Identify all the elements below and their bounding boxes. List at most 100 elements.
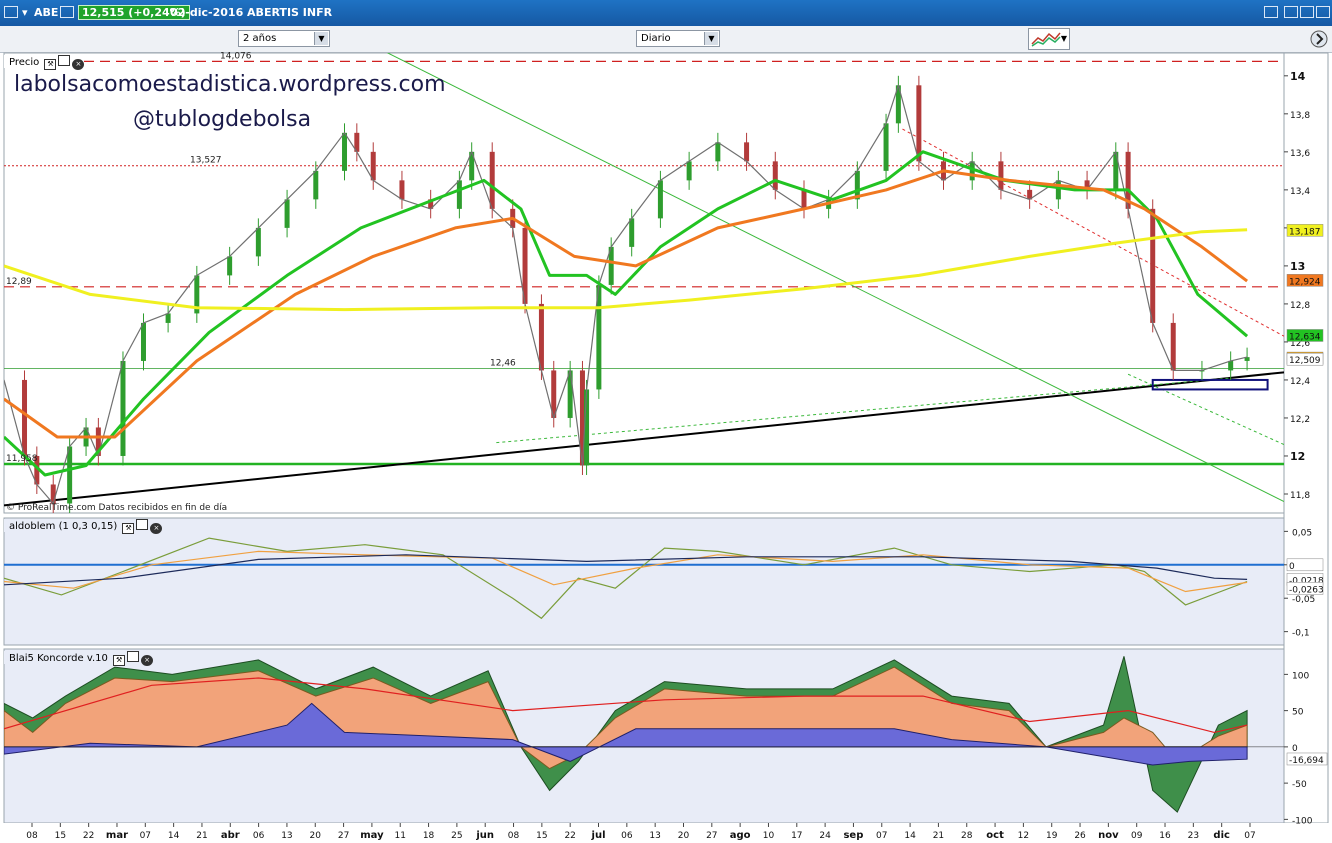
y-tick-label: -0,1 (1292, 629, 1310, 639)
candle-body (399, 180, 405, 200)
level-label: 12,46 (490, 359, 516, 369)
x-tick-label: 06 (253, 831, 265, 841)
x-tick-label: 21 (933, 831, 944, 841)
candle-body (916, 85, 922, 162)
window-icon[interactable] (127, 651, 140, 662)
x-tick-label: 26 (1074, 831, 1086, 841)
candle-body (67, 446, 73, 504)
wrench-icon[interactable]: ⚒ (122, 523, 135, 534)
x-tick-label: nov (1098, 830, 1119, 841)
x-tick-label: 23 (1188, 831, 1199, 841)
x-tick-label: 15 (55, 831, 66, 841)
level-label: 11,958 (6, 454, 38, 464)
value-badge-label: -0,0263 (1289, 585, 1324, 595)
y-tick-label: 12,2 (1290, 415, 1310, 425)
x-tick-label: sep (843, 830, 863, 841)
value-badge-label: 12,634 (1289, 332, 1321, 342)
candle-body (801, 189, 807, 209)
candle-body (772, 161, 778, 190)
y-tick-label: 13,4 (1290, 187, 1310, 197)
value-badge-label: 0 (1289, 562, 1295, 572)
x-tick-label: 27 (338, 831, 349, 841)
x-tick-label: 07 (1244, 831, 1255, 841)
x-tick-label: 22 (564, 831, 575, 841)
candle-body (313, 170, 319, 200)
candle-body (567, 370, 573, 418)
y-tick-label: 13 (1290, 260, 1305, 273)
x-tick-label: 08 (508, 831, 520, 841)
x-tick-label: 25 (451, 831, 462, 841)
candle-body (120, 360, 126, 456)
x-tick-label: 13 (649, 831, 660, 841)
x-tick-label: 27 (706, 831, 717, 841)
x-tick-label: 15 (536, 831, 547, 841)
koncorde-panel-label: Blai5 Koncorde v.10 ⚒ × (4, 651, 154, 666)
candle-body (227, 256, 233, 276)
y-tick-label: 12 (1290, 450, 1305, 463)
x-tick-label: jul (591, 830, 606, 841)
x-tick-label: 07 (140, 831, 151, 841)
x-tick-label: jun (475, 830, 494, 841)
y-tick-label: 12,4 (1290, 377, 1310, 387)
candle-body (883, 123, 889, 171)
candle-body (342, 132, 348, 171)
candle-body (370, 151, 376, 181)
candle-body (22, 379, 28, 456)
y-tick-label: 13,8 (1290, 111, 1310, 121)
candle-body (165, 313, 171, 323)
x-tick-label: 20 (678, 831, 690, 841)
x-tick-label: 14 (168, 831, 180, 841)
price-panel-title: Precio (9, 57, 40, 68)
x-tick-label: dic (1213, 830, 1230, 841)
x-tick-label: 24 (819, 831, 831, 841)
close-panel-icon[interactable]: × (141, 655, 154, 666)
level-label: 13,527 (190, 156, 222, 166)
value-badge-label: 12,509 (1289, 356, 1321, 366)
y-tick-label: 100 (1292, 671, 1309, 681)
candle-body (538, 303, 544, 371)
window-icon[interactable] (136, 519, 149, 530)
y-tick-label: 14 (1290, 70, 1306, 83)
x-tick-label: abr (221, 830, 240, 841)
wrench-icon[interactable]: ⚒ (44, 59, 57, 70)
y-tick-label: 0 (1292, 744, 1298, 754)
candle-body (1228, 360, 1234, 371)
data-source-note: © ProRealTime.com Datos recibidos en fin… (6, 503, 228, 513)
price-panel-label: Precio ⚒ × (4, 55, 85, 70)
window-icon[interactable] (58, 55, 71, 66)
oscillator-panel-title: aldoblem (1 0,3 0,15) (9, 521, 118, 532)
x-tick-label: 16 (1159, 831, 1171, 841)
wrench-icon[interactable]: ⚒ (113, 655, 126, 666)
level-label: 14,076 (220, 51, 252, 61)
x-tick-label: 11 (395, 831, 406, 841)
x-tick-label: 08 (26, 831, 38, 841)
y-tick-label: -0,05 (1292, 595, 1315, 605)
blog-watermark: labolsacomoestadistica.wordpress.com (14, 72, 446, 97)
oscillator-panel-bg (3, 517, 1285, 646)
x-tick-label: oct (986, 830, 1004, 841)
candle-body (1150, 208, 1156, 323)
candle-body (456, 180, 462, 209)
candle-body (657, 180, 663, 219)
candle-body (686, 161, 692, 181)
candle-body (744, 142, 750, 162)
y-tick-label: -50 (1292, 780, 1307, 790)
candle-body (489, 151, 495, 209)
y-tick-label: 0,05 (1292, 528, 1312, 538)
candle-body (284, 199, 290, 228)
twitter-watermark: @tublogdebolsa (133, 107, 312, 132)
oscillator-panel-label: aldoblem (1 0,3 0,15) ⚒ × (4, 519, 163, 534)
y-tick-label: 11,8 (1290, 491, 1310, 501)
candle-body (629, 218, 635, 247)
value-badge-label: 13,187 (1289, 227, 1321, 237)
x-tick-label: may (360, 830, 384, 841)
x-tick-label: 22 (83, 831, 94, 841)
candle-body (715, 142, 721, 162)
x-tick-label: 12 (1018, 831, 1029, 841)
candle-body (255, 227, 261, 257)
x-tick-label: 07 (876, 831, 887, 841)
x-tick-label: 06 (621, 831, 633, 841)
y-tick-label: 13,6 (1290, 149, 1310, 159)
x-tick-label: 28 (961, 831, 973, 841)
x-tick-label: 20 (310, 831, 322, 841)
